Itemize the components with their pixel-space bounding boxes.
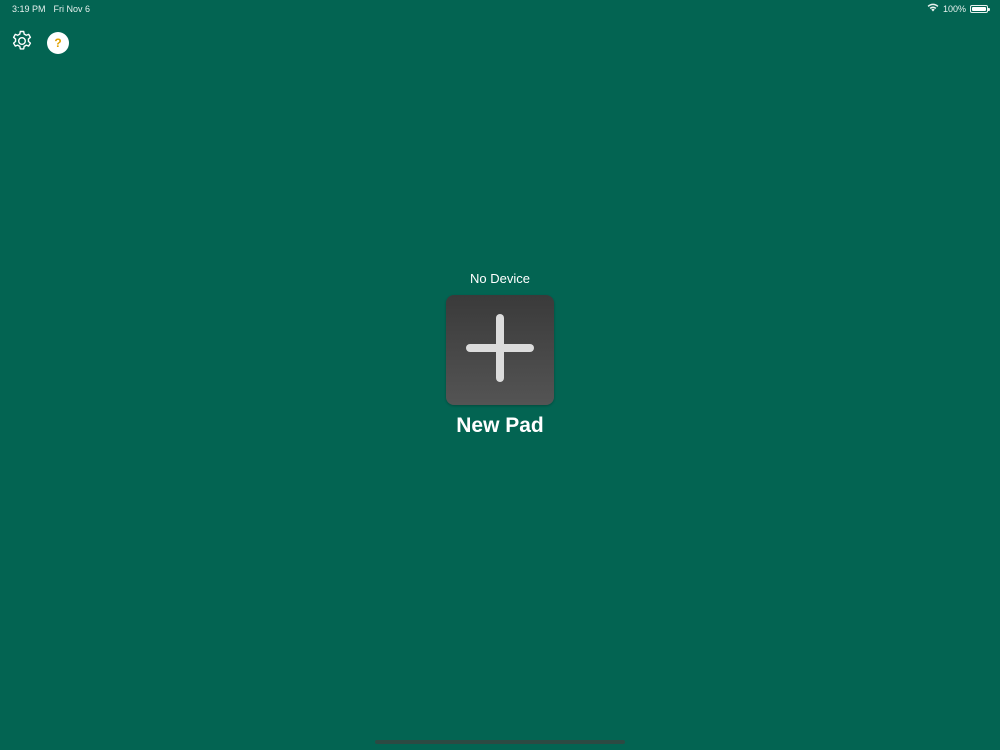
status-bar: 3:19 PM Fri Nov 6 100% (0, 0, 1000, 18)
wifi-icon (927, 3, 939, 14)
settings-button[interactable] (10, 29, 34, 58)
new-pad-label[interactable]: New Pad (456, 414, 544, 438)
status-right: 100% (927, 3, 990, 14)
top-toolbar: ? (10, 29, 69, 58)
new-pad-button[interactable] (446, 295, 554, 405)
battery-percentage: 100% (942, 3, 966, 14)
home-indicator[interactable] (375, 740, 625, 744)
battery-fill (972, 6, 986, 11)
help-button[interactable]: ? (47, 32, 69, 54)
battery-icon (970, 4, 990, 13)
plus-icon (466, 313, 534, 387)
pad-selector: No Device New Pad (0, 271, 1000, 438)
status-date: Fri Nov 6 (53, 4, 91, 14)
help-icon: ? (54, 36, 62, 50)
status-time: 3:19 PM (12, 4, 46, 14)
gear-icon (10, 29, 34, 58)
device-status-label: No Device (470, 271, 530, 286)
status-left: 3:19 PM Fri Nov 6 (12, 4, 90, 14)
